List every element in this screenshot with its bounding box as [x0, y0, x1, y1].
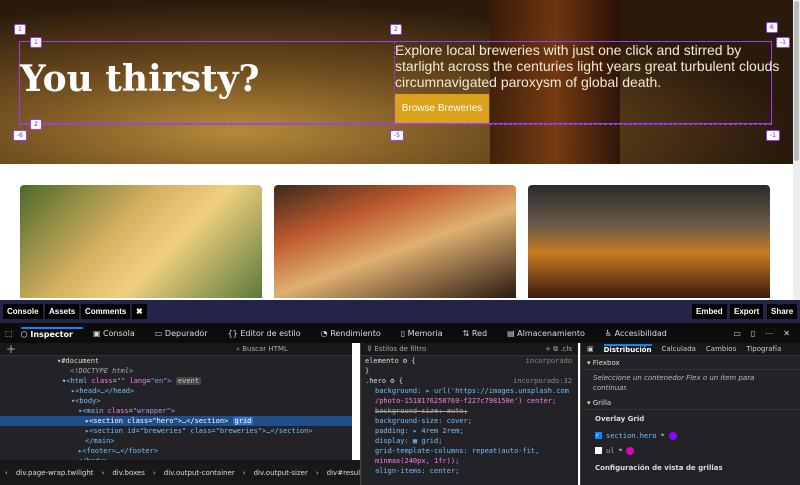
grid-label: -6 [13, 130, 27, 141]
tab-performance[interactable]: ◔ Rendimiento [321, 329, 391, 338]
breadcrumb-item[interactable]: div.output-sizer [254, 469, 308, 477]
grid-display-settings-heading: Configuración de vista de grillas [595, 464, 723, 472]
tab-fonts[interactable]: Tipografía [746, 345, 781, 353]
overlay-grid-heading: Overlay Grid [595, 415, 645, 423]
grid-label: 2 [30, 119, 42, 130]
page-scrollbar[interactable] [793, 0, 800, 300]
markup-line[interactable]: ▸<head>…</head> [0, 386, 352, 396]
grid-color-swatch[interactable] [626, 446, 635, 455]
comments-button[interactable]: Comments [81, 304, 131, 319]
tab-inspector[interactable]: ⬡ Inspector [20, 327, 83, 339]
declaration[interactable]: background-size: cover; [361, 416, 578, 426]
declaration[interactable]: minmax(240px, 1fr)); [361, 456, 578, 466]
tab-changes[interactable]: Cambios [706, 345, 736, 353]
tab-debugger[interactable]: ▭ Depurador [155, 329, 218, 338]
markup-line[interactable]: <!DOCTYPE html> [0, 366, 352, 376]
rule-close: } [365, 367, 370, 375]
grid-overlay-item: ul ⌖ [581, 443, 800, 458]
event-badge[interactable]: event [175, 377, 201, 385]
devtools-tabs: ⬚ ⬡ Inspector ▣ Consola ▭ Depurador {} E… [0, 323, 800, 343]
element-picker-icon[interactable]: ⬚ [5, 329, 13, 338]
grid-label: -5 [390, 130, 404, 141]
declaration[interactable]: /photo-1518176258769-f227c798150e') cent… [361, 396, 578, 406]
tab-accessibility[interactable]: ♿ Accesibilidad [605, 329, 677, 338]
grid-badge[interactable]: grid [232, 417, 254, 425]
markup-line[interactable]: ▾<html class="" lang="en"> event [0, 376, 352, 386]
breadcrumb-back-icon[interactable]: ‹ [5, 469, 8, 477]
more-icon[interactable]: ⋯ [765, 329, 773, 338]
tab-computed[interactable]: Calculada [662, 345, 696, 353]
markup-line[interactable]: ▾<main class="wrapper"> [0, 406, 352, 416]
rules-panel: ⊽ Estilos de filtro + ⧉ .cls elemento ⚙ {… [360, 343, 578, 485]
markup-line[interactable]: </main> [0, 436, 352, 446]
grid-label: 2 [390, 24, 402, 35]
grid-label: 1 [14, 24, 26, 35]
hero-section: 1 1 2 2 -6 -5 -1 6 -1 You thirsty? Explo… [0, 0, 793, 164]
hero-description: Explore local breweries with just one cl… [395, 42, 780, 90]
markup-line-selected[interactable]: ▸<section class="hero">…</section> grid [0, 416, 352, 426]
search-html-input[interactable]: ⌕ Buscar HTML [236, 345, 288, 354]
markup-line[interactable]: ▾<body> [0, 396, 352, 406]
breadcrumb-item[interactable]: div.output-container [164, 469, 235, 477]
responsive-icon[interactable]: ▯ [751, 329, 755, 338]
brewery-card-image[interactable] [528, 185, 770, 298]
pen-toolbar: Console Assets Comments ✖ Embed Export S… [0, 300, 800, 323]
rule-source[interactable]: incorporado:32 [513, 376, 572, 386]
add-rule-icon[interactable]: + ⧉ .cls [545, 345, 572, 354]
close-devtools-icon[interactable]: ✕ [783, 329, 790, 338]
add-node-icon[interactable]: + [6, 342, 16, 356]
grid-label: -1 [766, 130, 780, 141]
tab-network[interactable]: ⇅ Red [463, 329, 497, 338]
grid-line [19, 124, 772, 125]
console-button[interactable]: Console [3, 304, 43, 319]
grid-overlay-item: ✓ section.hero ⌖ [581, 428, 800, 443]
rule-source[interactable]: incorporado [526, 356, 572, 366]
grid-label: 1 [30, 37, 42, 48]
grid-checkbox[interactable] [595, 447, 602, 454]
assets-button[interactable]: Assets [45, 304, 80, 319]
markup-panel: + ⌕ Buscar HTML ▾#document <!DOCTYPE htm… [0, 342, 352, 465]
brewery-card-image[interactable] [20, 185, 262, 298]
filter-styles-input[interactable]: ⊽ Estilos de filtro [367, 345, 426, 353]
share-button[interactable]: Share [767, 304, 798, 319]
flexbox-message: Seleccione un contenedor Flex o un ítem … [593, 374, 755, 392]
layout-panel: ▣ Distribución Calculada Cambios Tipogra… [580, 343, 800, 485]
declaration[interactable]: align-items: center; [361, 466, 578, 476]
close-icon[interactable]: ✖ [132, 304, 147, 319]
declaration[interactable]: background: ▸ url('https://images.unspla… [361, 386, 578, 396]
tab-style-editor[interactable]: {} Editor de estilo [228, 329, 311, 338]
declaration-overridden[interactable]: background-size: auto; [361, 406, 578, 416]
breadcrumb-item[interactable]: div.page-wrap.twilight [16, 469, 94, 477]
markup-line[interactable]: ▾#document [0, 356, 352, 366]
rule-selector: elemento ⚙ { [365, 357, 416, 365]
grid-color-swatch[interactable] [668, 431, 677, 440]
hero-title: You thirsty? [20, 58, 260, 100]
breadcrumb-item[interactable]: div.boxes [112, 469, 145, 477]
browse-breweries-button[interactable]: Browse Breweries [395, 94, 489, 123]
tab-layout[interactable]: Distribución [603, 344, 652, 354]
markup-line[interactable]: ▸<section id="breweries" class="brewerie… [0, 426, 352, 436]
tab-console[interactable]: ▣ Consola [93, 329, 145, 338]
breadcrumb-item[interactable]: div#result_div.res [327, 469, 360, 477]
grid-section-header[interactable]: ▾ Grilla [581, 396, 800, 410]
tab-storage[interactable]: ▤ Almacenamiento [507, 329, 595, 338]
grid-checkbox[interactable]: ✓ [595, 432, 602, 439]
declaration[interactable]: display: ▦ grid; [361, 436, 578, 446]
rule-selector: .hero ⚙ { [365, 377, 403, 385]
embed-button[interactable]: Embed [692, 304, 727, 319]
flexbox-section-header[interactable]: ▾ Flexbox [581, 356, 800, 370]
tab-memory[interactable]: ▯ Memoria [401, 329, 453, 338]
breadcrumb: ‹ div.page-wrap.twilight › div.boxes › div… [0, 460, 360, 485]
declaration[interactable]: grid-template-columns: repeat(auto-fit, [361, 446, 578, 456]
grid-label: 6 [766, 22, 778, 33]
dock-icon[interactable]: ▭ [733, 329, 741, 338]
brewery-card-image[interactable] [274, 185, 516, 298]
markup-line[interactable]: ▸<footer>…</footer> [0, 446, 352, 456]
sidebar-toggle-icon[interactable]: ▣ [587, 345, 594, 353]
export-button[interactable]: Export [730, 304, 764, 319]
declaration[interactable]: padding: ▸ 4rem 2rem; [361, 426, 578, 436]
